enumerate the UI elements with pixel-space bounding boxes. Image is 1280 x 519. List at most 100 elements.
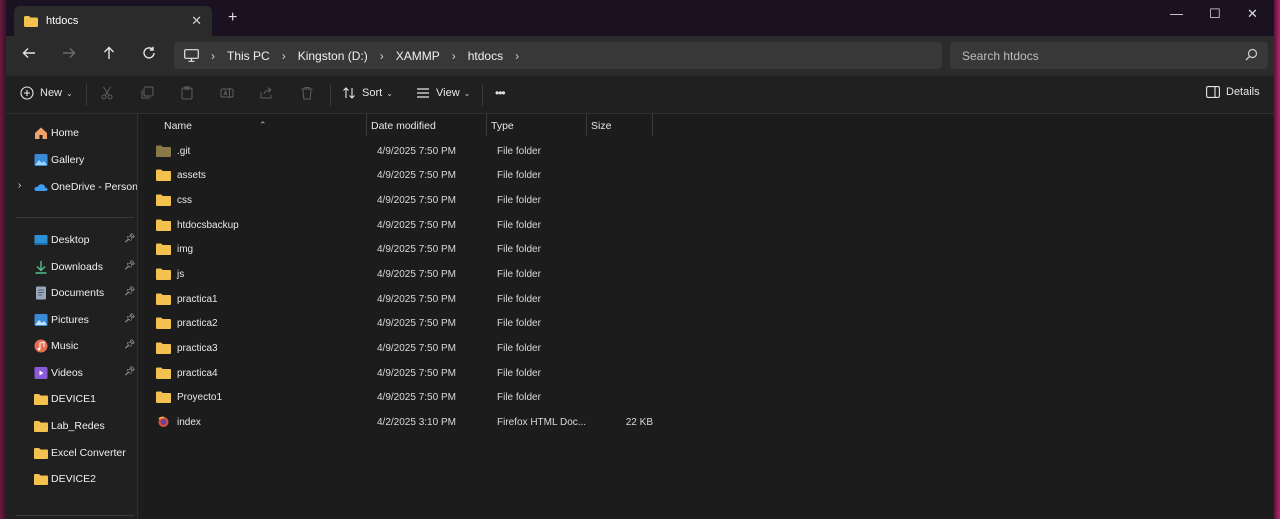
file-row-assets[interactable]: assets 4/9/2025 7:50 PM File folder [139,164,659,188]
back-button[interactable] [19,46,39,66]
share-button[interactable] [260,86,274,100]
file-row-css[interactable]: css 4/9/2025 7:50 PM File folder [139,189,659,213]
delete-button[interactable] [300,86,314,100]
close-window-button[interactable]: ✕ [1247,6,1258,22]
file-row-practica1[interactable]: practica1 4/9/2025 7:50 PM File folder [139,288,659,312]
search-input[interactable]: Search htdocs [950,42,1268,69]
sidebar-item-downloads[interactable]: Downloads 📌︎ [6,256,137,278]
file-size: 22 KB [625,417,653,428]
pin-icon[interactable]: 📌︎ [124,339,135,350]
folder-icon [156,268,171,280]
file-row-img[interactable]: img 4/9/2025 7:50 PM File folder [139,238,659,262]
copy-button[interactable] [140,86,154,100]
column-divider[interactable] [652,114,653,136]
sidebar-item-device1[interactable]: DEVICE1 [6,388,137,410]
sidebar-item-desktop[interactable]: Desktop 📌︎ [6,229,137,251]
music-icon [34,339,48,353]
file-row-js[interactable]: js 4/9/2025 7:50 PM File folder [139,263,659,287]
sidebar-item-gallery[interactable]: Gallery [6,149,137,171]
file-row-htdocsbackup[interactable]: htdocsbackup 4/9/2025 7:50 PM File folde… [139,214,659,238]
sidebar-item-label: Home [51,127,80,139]
file-row-practica4[interactable]: practica4 4/9/2025 7:50 PM File folder [139,362,659,386]
documents-icon [36,286,46,300]
pin-icon[interactable]: 📌︎ [124,313,135,324]
breadcrumb-separator[interactable]: › [282,49,286,63]
maximize-button[interactable]: ☐ [1209,6,1221,22]
sidebar-item-label: Documents [51,287,105,299]
folder-icon [24,15,38,27]
breadcrumb-separator[interactable]: › [380,49,384,63]
tab-title: htdocs [46,15,79,27]
downloads-icon [35,261,47,274]
monitor-icon [184,49,199,62]
sidebar-item-label: DEVICE1 [51,393,96,405]
details-pane-button[interactable]: Details [1206,86,1260,98]
column-divider[interactable] [486,114,487,136]
column-header-name[interactable]: Name [164,120,192,132]
more-options-button[interactable]: ••• [495,86,506,100]
onedrive-icon [34,184,48,191]
file-type: File folder [497,195,541,206]
chevron-right-icon[interactable]: › [18,180,21,191]
breadcrumb-kingston[interactable]: Kingston (D:) [298,49,368,63]
column-header-size[interactable]: Size [591,120,611,132]
sidebar-item-videos[interactable]: Videos 📌︎ [6,362,137,384]
folder-icon [34,394,48,405]
navigation-pane: Home Gallery › OneDrive - Persona Deskto… [6,114,138,519]
up-button[interactable] [99,46,119,66]
sidebar-item-home[interactable]: Home [6,122,137,144]
close-tab-icon[interactable]: ✕ [191,13,202,29]
cut-button[interactable] [100,86,114,100]
sidebar-item-label: DEVICE2 [51,473,96,485]
trash-icon [301,87,313,100]
title-bar: htdocs ✕ + — ☐ ✕ [6,0,1274,36]
sidebar-item-excel-converter[interactable]: Excel Converter [6,442,137,464]
pin-icon[interactable]: 📌︎ [124,260,135,271]
file-row-practica3[interactable]: practica3 4/9/2025 7:50 PM File folder [139,337,659,361]
file-type: File folder [497,294,541,305]
file-type: File folder [497,318,541,329]
sidebar-item-pictures[interactable]: Pictures 📌︎ [6,309,137,331]
column-header-type[interactable]: Type [491,120,514,132]
file-row-practica2[interactable]: practica2 4/9/2025 7:50 PM File folder [139,312,659,336]
pin-icon[interactable]: 📌︎ [124,286,135,297]
copy-icon [141,86,154,99]
column-divider[interactable] [366,114,367,136]
file-row-git[interactable]: .git 4/9/2025 7:50 PM File folder [139,140,659,164]
breadcrumb-separator[interactable]: › [452,49,456,63]
minimize-button[interactable]: — [1170,6,1183,21]
sidebar-item-lab-redes[interactable]: Lab_Redes [6,415,137,437]
breadcrumb-this-pc[interactable]: This PC [227,49,270,63]
sidebar-item-label: Excel Converter [51,447,126,459]
pin-icon[interactable]: 📌︎ [124,233,135,244]
column-header-date[interactable]: Date modified [371,120,436,132]
address-bar[interactable]: › This PC › Kingston (D:) › XAMMP › htdo… [174,42,942,69]
file-row-index[interactable]: index 4/2/2025 3:10 PM Firefox HTML Doc.… [139,411,659,435]
paste-button[interactable] [180,86,194,100]
breadcrumb-separator[interactable]: › [515,49,519,63]
pin-icon[interactable]: 📌︎ [124,366,135,377]
tab-htdocs[interactable]: htdocs ✕ [14,6,212,36]
folder-icon [156,243,171,255]
chevron-down-icon: ⌄ [463,88,471,98]
sidebar-item-onedrive[interactable]: › OneDrive - Persona [6,176,137,198]
file-type: Firefox HTML Doc... [497,417,587,428]
view-button[interactable]: View ⌄ [416,86,470,100]
sidebar-item-device2[interactable]: DEVICE2 [6,468,137,490]
breadcrumb-xammp[interactable]: XAMMP [396,49,440,63]
forward-button[interactable] [59,46,79,66]
sidebar-item-music[interactable]: Music 📌︎ [6,335,137,357]
breadcrumb-separator[interactable]: › [211,49,215,63]
new-tab-button[interactable]: + [228,10,237,26]
refresh-button[interactable] [139,46,159,66]
rename-button[interactable] [220,86,234,100]
file-row-proyecto1[interactable]: Proyecto1 4/9/2025 7:50 PM File folder [139,386,659,410]
details-pane-icon [1206,86,1220,98]
sidebar-item-documents[interactable]: Documents 📌︎ [6,282,137,304]
new-button[interactable]: New ⌄ [20,86,73,100]
breadcrumb-htdocs[interactable]: htdocs [468,49,503,63]
gallery-icon [34,154,48,166]
file-date: 4/9/2025 7:50 PM [377,392,456,403]
sort-button[interactable]: Sort ⌄ [342,86,393,100]
column-divider[interactable] [586,114,587,136]
